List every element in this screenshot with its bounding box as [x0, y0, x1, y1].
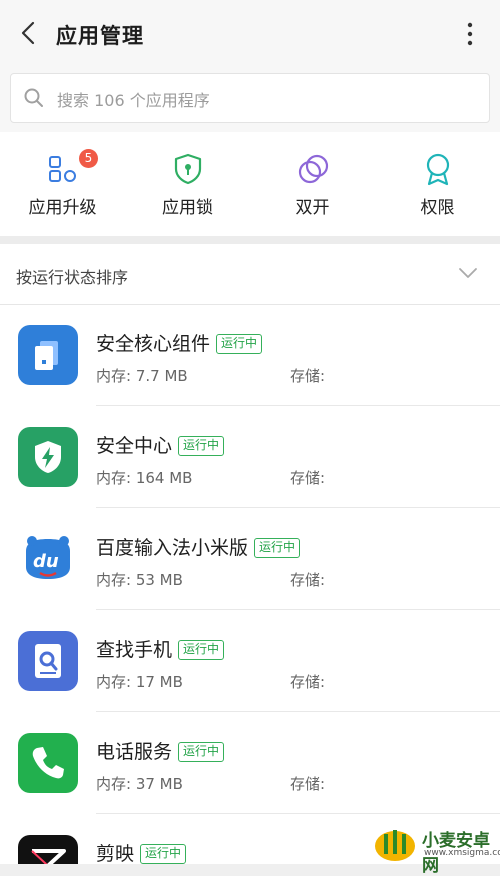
site-watermark: 小麦安卓网 www.xmsigma.com [372, 820, 500, 876]
app-name-text: 安全中心 [96, 435, 173, 457]
memory-usage: 内存: 17 MB [96, 673, 183, 691]
ribbon-icon [426, 153, 450, 186]
memory-usage: 内存: 53 MB [96, 571, 183, 589]
app-name-text: 安全核心组件 [96, 333, 211, 355]
storage-usage: 存储: [290, 571, 326, 589]
app-name: 安全中心 运行中 [96, 431, 225, 458]
back-arrow-icon[interactable] [18, 20, 40, 46]
search-input[interactable]: 搜索 106 个应用程序 [10, 73, 490, 123]
quick-label-lock: 应用锁 [162, 198, 213, 218]
status-badge: 运行中 [140, 844, 187, 864]
svg-text:du: du [33, 551, 59, 572]
search-area: 搜索 106 个应用程序 [0, 66, 500, 132]
baidu-input-app-icon: du [18, 529, 78, 589]
status-badge: 运行中 [178, 436, 225, 456]
quick-label-dual: 双开 [295, 198, 330, 218]
memory-usage: 内存: 164 MB [96, 469, 193, 487]
storage-usage: 存储: [290, 673, 326, 691]
app-row-phone-service[interactable]: 电话服务 运行中 内存: 37 MB 存储: [0, 713, 500, 814]
app-name: 电话服务 运行中 [96, 737, 225, 764]
jianying-app-icon [18, 835, 78, 864]
app-update-button[interactable]: 5 应用升级 [0, 132, 125, 236]
app-name: 百度输入法小米版 运行中 [96, 533, 301, 560]
watermark-url: www.xmsigma.com [424, 848, 500, 858]
apps-grid-icon [49, 156, 76, 182]
security-center-app-icon [18, 427, 78, 487]
app-name: 查找手机 运行中 [96, 635, 225, 662]
status-badge: 运行中 [178, 640, 225, 660]
app-name-text: 剪映 [96, 843, 135, 864]
row-divider [96, 609, 500, 610]
find-device-app-icon [18, 631, 78, 691]
app-name-text: 百度输入法小米版 [96, 537, 249, 559]
storage-usage: 存储: [290, 469, 326, 487]
app-row-find-device[interactable]: 查找手机 运行中 内存: 17 MB 存储: [0, 611, 500, 712]
dual-circle-icon [298, 154, 329, 184]
dual-apps-button[interactable]: 双开 [250, 132, 375, 236]
title-bar: 应用管理 [0, 0, 500, 66]
app-name: 安全核心组件 运行中 [96, 329, 263, 356]
storage-usage: 存储: [290, 367, 326, 385]
security-core-app-icon [18, 325, 78, 385]
sort-selector[interactable]: 按运行状态排序 [0, 244, 500, 305]
quick-label-permissions: 权限 [420, 198, 455, 218]
row-divider [96, 711, 500, 712]
app-name: 剪映 运行中 [96, 839, 187, 864]
app-row-baidu-input[interactable]: du 百度输入法小米版 运行中 内存: 53 MB 存储: [0, 509, 500, 610]
quick-actions: 5 应用升级 应用锁 双开 权限 [0, 132, 500, 236]
phone-service-app-icon [18, 733, 78, 793]
memory-usage: 内存: 7.7 MB [96, 367, 188, 385]
status-badge: 运行中 [178, 742, 225, 762]
watermark-logo-icon [375, 830, 415, 861]
update-count-badge: 5 [79, 149, 98, 168]
more-vertical-icon[interactable] [466, 22, 474, 46]
search-placeholder: 搜索 106 个应用程序 [57, 91, 210, 110]
row-divider [96, 813, 500, 814]
app-lock-button[interactable]: 应用锁 [125, 132, 250, 236]
status-badge: 运行中 [216, 334, 263, 354]
page-title: 应用管理 [56, 24, 144, 48]
shield-lock-icon [174, 153, 202, 185]
app-list: 安全核心组件 运行中 内存: 7.7 MB 存储: 安全中心 运行中 内存: 164… [0, 305, 500, 864]
memory-usage: 内存: 37 MB [96, 775, 183, 793]
section-gap [0, 236, 500, 244]
search-icon [24, 88, 43, 107]
row-divider [96, 405, 500, 406]
row-divider [96, 507, 500, 508]
sort-label: 按运行状态排序 [16, 268, 129, 287]
status-badge: 运行中 [254, 538, 301, 558]
chevron-down-icon [459, 268, 477, 278]
quick-label-update: 应用升级 [28, 198, 97, 218]
app-name-text: 电话服务 [96, 741, 173, 763]
permissions-button[interactable]: 权限 [375, 132, 500, 236]
app-row-security-center[interactable]: 安全中心 运行中 内存: 164 MB 存储: [0, 407, 500, 508]
app-row-security-core[interactable]: 安全核心组件 运行中 内存: 7.7 MB 存储: [0, 305, 500, 406]
storage-usage: 存储: [290, 775, 326, 793]
app-name-text: 查找手机 [96, 639, 173, 661]
